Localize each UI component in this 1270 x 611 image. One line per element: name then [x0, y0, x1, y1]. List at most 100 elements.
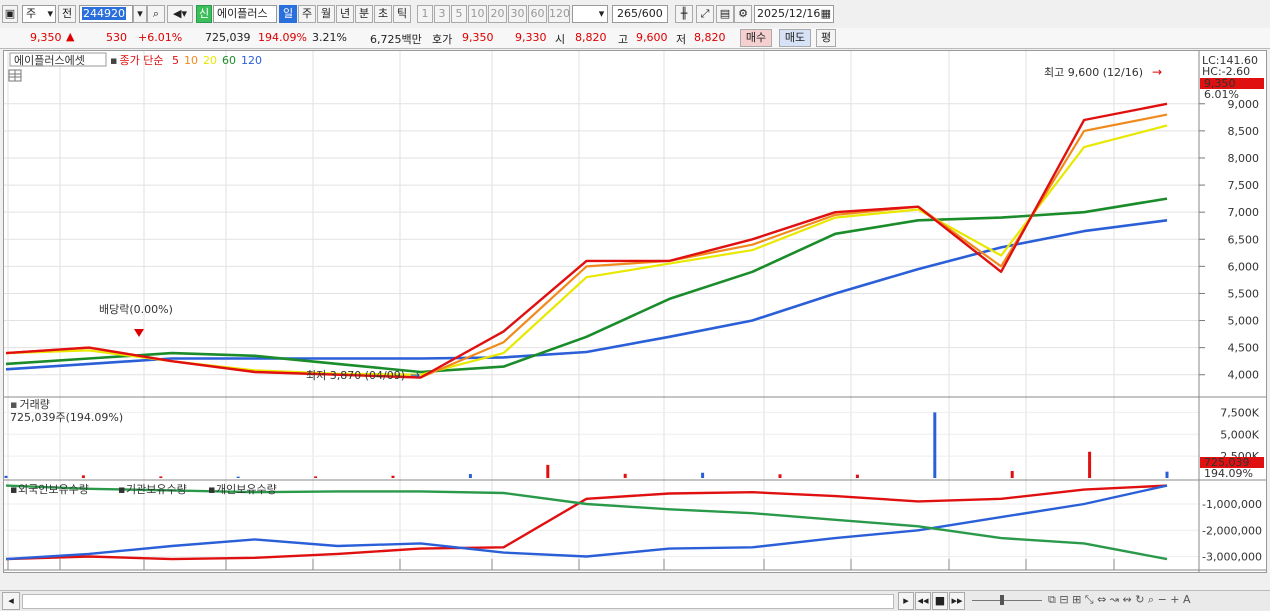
volume-bar-1: [81, 475, 85, 478]
speaker-icon[interactable]: ◀▾: [167, 5, 193, 23]
ma-legend-period-5: 5: [172, 54, 179, 67]
holdings-legend-dot-1: ▪: [118, 483, 125, 496]
quote-bar: 9,350 ▲ 530 +6.01% 725,039 194.09% 3.21%…: [0, 28, 1270, 49]
hold-ylabel-2: -3,000,000: [1202, 551, 1262, 564]
price: 9,350: [30, 31, 62, 44]
ylabel-4000: 4,000: [1228, 369, 1260, 382]
rewind-icon[interactable]: ◂◂: [915, 592, 931, 610]
volume-bar-15: [1165, 471, 1169, 478]
period-select[interactable]: 주 ▾: [22, 5, 56, 23]
ma-legend-period-120: 120: [241, 54, 262, 67]
ma-legend-label: ▪ 종가 단순: [110, 54, 163, 67]
period-select-value: 주: [26, 7, 37, 20]
date-value: 2025/12/16: [757, 7, 821, 20]
main-toolbar: ▣ 주 ▾ 전 244920 ▾ ⌕ ◀▾ 신 에이플러스 일주월년분초틱 135…: [0, 0, 1270, 29]
volume-bar-8: [623, 473, 627, 478]
sell-button[interactable]: 매도: [779, 29, 811, 47]
range-tab-60[interactable]: 60: [528, 5, 547, 23]
range-tab-30[interactable]: 30: [508, 5, 527, 23]
play-icon[interactable]: ▸: [898, 592, 914, 610]
turnover: 3.21%: [312, 31, 347, 44]
stock-name-field[interactable]: 에이플러스: [213, 5, 277, 23]
draw-icon[interactable]: ⤢: [696, 5, 714, 23]
holdings-legend-dot-2: ▪: [208, 483, 215, 496]
new-badge: 신: [196, 5, 212, 23]
holdings-legend-2: 개인보유수량: [216, 483, 277, 496]
candle-icon[interactable]: ╫: [675, 5, 693, 23]
range-tab-20[interactable]: 20: [488, 5, 507, 23]
holdings-legend: ▪ 외국인보유수량 ▪ 기관보유수량 ▪ 개인보유수량: [10, 483, 277, 496]
volume-bar-2: [159, 476, 163, 478]
search-icon[interactable]: ⌕: [147, 5, 165, 23]
period-tab-0[interactable]: 일: [279, 5, 297, 23]
prev-button[interactable]: 전: [58, 5, 76, 23]
period-tab-4[interactable]: 분: [355, 5, 373, 23]
ylabel-5000: 5,000: [1228, 315, 1260, 328]
volume-bar-3: [236, 476, 240, 478]
count-field[interactable]: 265/600: [612, 5, 668, 23]
volume-title-text: 거래량: [19, 398, 49, 411]
tool-icons[interactable]: ⧉ ⊟ ⊞ ⤡ ⇔ ↝ ↭ ↻ ⌕ − + A: [1048, 593, 1191, 607]
count-total: /600: [638, 7, 663, 20]
ma-legend-period-20: 20: [203, 54, 217, 67]
date-field[interactable]: 2025/12/16 ▦: [754, 5, 834, 23]
scrollbar-track[interactable]: [22, 594, 894, 609]
low-arrow-icon: →: [410, 368, 420, 382]
vol-ylabel-1: 5,000K: [1220, 428, 1259, 441]
period-tab-1[interactable]: 주: [298, 5, 316, 23]
axis-labels: 2024/11122025/01020304050607080910111212…: [7, 98, 1262, 585]
layout-icon[interactable]: ▤: [716, 5, 734, 23]
stop-icon[interactable]: ■: [932, 592, 948, 610]
code-dropdown-icon[interactable]: ▾: [133, 5, 147, 23]
range-tab-5[interactable]: 5: [451, 5, 467, 23]
volume-bar-12: [933, 412, 937, 478]
amount: 6,725백만: [370, 33, 422, 46]
ma-legend-period-60: 60: [222, 54, 236, 67]
window-icon[interactable]: ▣: [2, 5, 18, 23]
volume-bar-0: [4, 475, 8, 478]
change: 530: [106, 31, 127, 44]
high-label: 고: [618, 33, 629, 46]
scroll-left-icon[interactable]: ◂: [2, 592, 20, 610]
range-tab-120[interactable]: 120: [548, 5, 570, 23]
period-tab-5[interactable]: 초: [374, 5, 392, 23]
volume: 725,039: [205, 31, 251, 44]
volume-bar-10: [778, 474, 782, 478]
volume-bars: [4, 412, 1169, 478]
ylabel-7000: 7,000: [1228, 206, 1260, 219]
range-tab-3[interactable]: 3: [434, 5, 450, 23]
holdings-line-0: [5, 484, 1168, 561]
avg-button[interactable]: 평: [816, 29, 836, 47]
open: 8,820: [575, 31, 607, 44]
volume-ratio: 194.09%: [258, 31, 307, 44]
period-tab-6[interactable]: 틱: [393, 5, 411, 23]
holdings-line-1: [5, 484, 1168, 561]
gear-icon[interactable]: ⚙: [734, 5, 752, 23]
open-label: 시: [555, 33, 566, 46]
blank-field-dropdown-icon[interactable]: ▾: [596, 5, 608, 23]
volume-bar-7: [546, 464, 550, 478]
ylabel-8000: 8,000: [1228, 152, 1260, 165]
chart-svg: 2024/11122025/01020304050607080910111212…: [4, 51, 1266, 585]
stock-legend-name: 에이플러스에셋: [14, 54, 85, 67]
ylabel-8500: 8,500: [1228, 125, 1260, 138]
zoom-slider[interactable]: [972, 600, 1042, 601]
high-annotation: 최고 9,600 (12/16): [1044, 66, 1143, 79]
period-tab-2[interactable]: 월: [317, 5, 335, 23]
range-tab-1[interactable]: 1: [417, 5, 433, 23]
stock-code-input[interactable]: 244920: [79, 5, 133, 23]
volume-title-dot: ▪: [10, 398, 17, 411]
buy-button[interactable]: 매수: [740, 29, 772, 47]
ylabel-6500: 6,500: [1228, 233, 1260, 246]
holdings-series: [5, 484, 1168, 561]
chevron-down-icon: ▾: [47, 7, 53, 20]
ylabel-7500: 7,500: [1228, 179, 1260, 192]
volume-tag-pct: 194.09%: [1204, 467, 1253, 480]
zoom-slider-thumb[interactable]: [1000, 595, 1004, 605]
low: 8,820: [694, 31, 726, 44]
period-tab-3[interactable]: 년: [336, 5, 354, 23]
forward-icon[interactable]: ▸▸: [949, 592, 965, 610]
range-tab-10[interactable]: 10: [468, 5, 487, 23]
bid2: 9,330: [515, 31, 547, 44]
ma-line-120: [5, 219, 1168, 371]
